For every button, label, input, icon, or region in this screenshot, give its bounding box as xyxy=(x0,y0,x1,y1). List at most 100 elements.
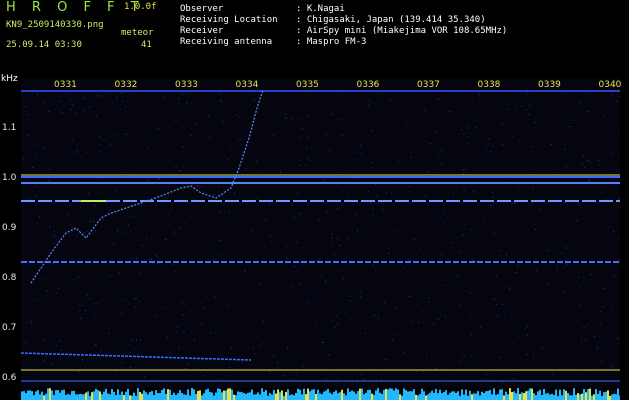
noise-dot xyxy=(214,296,216,298)
noise-dot xyxy=(307,157,309,159)
noise-dot xyxy=(147,180,149,182)
noise-dot xyxy=(108,281,110,283)
noise-dot xyxy=(78,286,80,288)
noise-dot xyxy=(82,255,84,257)
noise-dot xyxy=(230,340,232,342)
amplitude-sample xyxy=(505,391,507,400)
noise-dot xyxy=(214,246,216,248)
noise-dot xyxy=(296,241,298,243)
noise-dot xyxy=(291,287,293,289)
noise-dot xyxy=(58,247,60,249)
noise-dot xyxy=(414,107,416,109)
amplitude-sample xyxy=(157,393,159,400)
noise-dot xyxy=(318,213,320,215)
noise-dot xyxy=(422,114,423,116)
amplitude-sample xyxy=(451,391,453,400)
noise-dot xyxy=(563,292,565,294)
noise-dot xyxy=(349,126,351,128)
noise-dot xyxy=(408,295,410,297)
noise-dot xyxy=(152,320,154,322)
noise-dot xyxy=(466,142,468,144)
amplitude-sample xyxy=(89,395,91,400)
noise-dot xyxy=(133,123,135,125)
noise-dot xyxy=(473,260,475,262)
amplitude-sample xyxy=(237,391,239,400)
noise-dot xyxy=(190,279,192,281)
noise-dot xyxy=(88,192,90,194)
noise-dot xyxy=(389,98,391,100)
noise-dot xyxy=(372,102,373,104)
noise-dot xyxy=(219,240,221,241)
amplitude-sample xyxy=(213,395,215,400)
noise-dot xyxy=(160,126,162,128)
noise-dot xyxy=(133,348,135,350)
noise-dot xyxy=(338,169,340,171)
noise-dot xyxy=(55,371,57,373)
noise-dot xyxy=(126,133,128,135)
noise-dot xyxy=(380,372,382,374)
noise-dot xyxy=(59,340,60,342)
noise-dot xyxy=(147,214,149,216)
noise-dot xyxy=(426,267,428,269)
noise-dot xyxy=(97,303,99,305)
noise-dot xyxy=(446,285,447,287)
noise-dot xyxy=(92,275,93,277)
noise-dot xyxy=(202,307,204,309)
amplitude-sample xyxy=(61,390,63,400)
noise-dot xyxy=(78,304,80,306)
noise-dot xyxy=(456,276,458,277)
noise-dot xyxy=(224,216,226,218)
noise-dot xyxy=(37,145,39,147)
noise-dot xyxy=(122,341,124,342)
amplitude-sample xyxy=(119,394,121,400)
noise-dot xyxy=(386,203,388,205)
noise-dot xyxy=(564,331,566,333)
noise-dot xyxy=(166,140,168,142)
noise-dot xyxy=(475,126,477,128)
noise-dot xyxy=(229,185,231,187)
amplitude-sample xyxy=(515,393,517,400)
noise-dot xyxy=(612,179,614,181)
noise-dot xyxy=(134,280,136,282)
noise-dot xyxy=(426,140,428,142)
noise-dot xyxy=(193,339,195,341)
noise-dot xyxy=(326,114,328,116)
noise-dot xyxy=(317,259,319,261)
noise-dot xyxy=(392,339,394,341)
noise-dot xyxy=(511,378,513,380)
noise-dot xyxy=(186,194,188,196)
noise-dot xyxy=(277,362,279,364)
noise-dot xyxy=(22,364,24,366)
noise-dot xyxy=(408,273,410,275)
amplitude-sample xyxy=(85,392,87,400)
noise-dot xyxy=(325,134,327,136)
y-tick-label: 0.7 xyxy=(2,323,17,333)
noise-dot xyxy=(612,94,614,96)
noise-dot xyxy=(438,98,440,100)
noise-dot xyxy=(89,328,91,330)
noise-dot xyxy=(601,137,603,139)
noise-dot xyxy=(484,317,486,319)
amplitude-sample xyxy=(217,388,219,400)
noise-dot xyxy=(282,375,284,377)
noise-dot xyxy=(409,259,411,261)
noise-dot xyxy=(295,158,297,160)
noise-dot xyxy=(176,331,178,332)
noise-dot xyxy=(35,195,37,197)
noise-dot xyxy=(610,239,612,241)
amplitude-sample xyxy=(399,394,401,400)
amplitude-sample xyxy=(45,393,47,400)
noise-dot xyxy=(99,136,101,138)
noise-dot xyxy=(541,345,543,347)
amplitude-sample xyxy=(83,394,85,400)
noise-dot xyxy=(440,314,442,316)
noise-dot xyxy=(91,261,93,263)
filename-label: KN9_2509140330.png xyxy=(6,20,104,30)
amplitude-sample xyxy=(573,388,575,400)
noise-dot xyxy=(319,363,321,365)
noise-dot xyxy=(570,131,572,133)
noise-dot xyxy=(433,322,435,324)
noise-dot xyxy=(488,293,490,294)
noise-dot xyxy=(493,298,495,300)
noise-dot xyxy=(348,196,350,198)
